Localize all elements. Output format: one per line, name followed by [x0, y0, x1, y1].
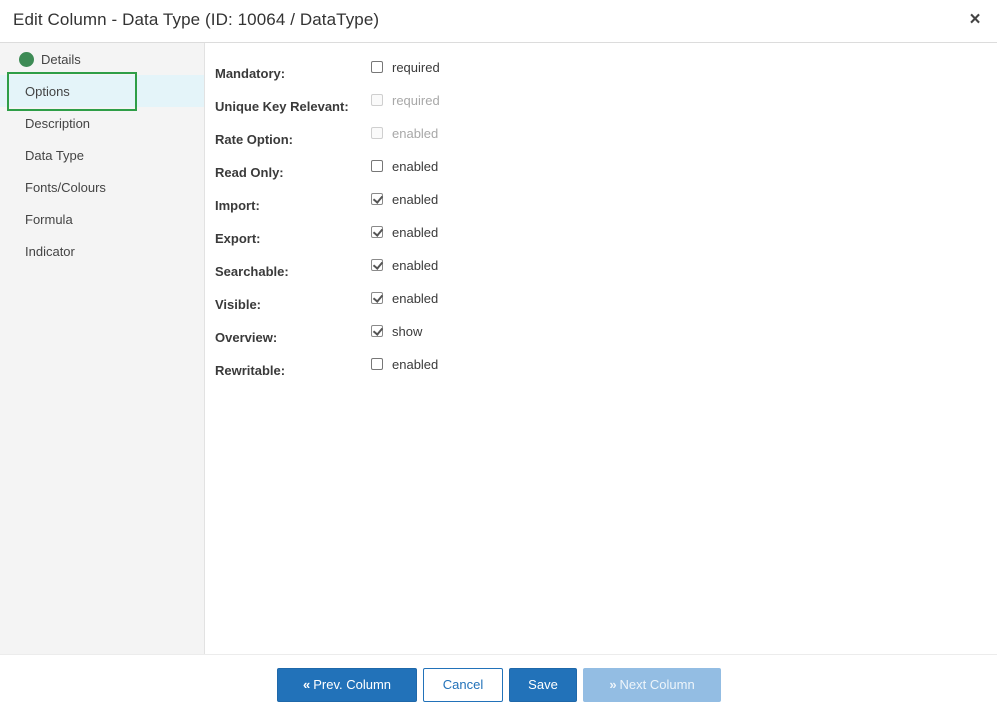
sidebar-item-label: Details	[41, 52, 81, 67]
save-button[interactable]: Save	[509, 668, 577, 702]
option-label: Import:	[215, 198, 260, 213]
option-row-import: Import: enabled	[205, 188, 805, 221]
prev-column-button[interactable]: «Prev. Column	[277, 668, 417, 702]
sidebar-item-label: Options	[25, 84, 70, 99]
dialog-footer: «Prev. Column Cancel Save » Next Column	[0, 654, 997, 717]
sidebar: Details Options Description Data Type Fo…	[0, 43, 205, 654]
sidebar-item-data-type[interactable]: Data Type	[0, 139, 204, 171]
checkbox-label: enabled	[392, 126, 439, 141]
option-row-rate-option: Rate Option: enabled	[205, 122, 805, 155]
option-label: Rewritable:	[215, 363, 286, 378]
sidebar-item-label: Formula	[25, 212, 73, 227]
option-label: Read Only:	[215, 165, 284, 180]
sidebar-item-indicator[interactable]: Indicator	[0, 235, 204, 267]
dialog-title: Edit Column - Data Type (ID: 10064 / Dat…	[13, 10, 380, 29]
checkbox-label: enabled	[392, 357, 439, 372]
option-label: Visible:	[215, 297, 262, 312]
dialog-header: Edit Column - Data Type (ID: 10064 / Dat…	[0, 0, 997, 43]
option-label: Searchable:	[215, 264, 289, 279]
next-column-button: » Next Column	[583, 668, 721, 702]
sidebar-item-fonts-colours[interactable]: Fonts/Colours	[0, 171, 204, 203]
export-checkbox[interactable]	[371, 226, 383, 238]
option-row-read-only: Read Only: enabled	[205, 155, 805, 188]
sidebar-item-label: Fonts/Colours	[25, 180, 106, 195]
option-row-visible: Visible: enabled	[205, 287, 805, 320]
checkbox-label: show	[392, 324, 423, 339]
status-complete-icon	[19, 52, 34, 67]
double-chevron-left-icon: «	[302, 677, 310, 692]
option-row-export: Export: enabled	[205, 221, 805, 254]
checkbox-label: enabled	[392, 225, 439, 240]
option-row-mandatory: Mandatory: required	[205, 56, 805, 89]
option-label: Overview:	[215, 330, 278, 345]
read-only-checkbox[interactable]	[371, 160, 383, 172]
checkbox-label: enabled	[392, 258, 439, 273]
option-row-rewritable: Rewritable: enabled	[205, 353, 805, 386]
option-label: Rate Option:	[215, 132, 293, 147]
close-icon[interactable]: ×	[966, 10, 984, 30]
checkbox-label: required	[392, 60, 440, 75]
option-row-unique-key-relevant: Unique Key Relevant: required	[205, 89, 805, 122]
mandatory-checkbox[interactable]	[371, 61, 383, 73]
double-chevron-right-icon: »	[609, 677, 616, 692]
checkbox-label: enabled	[392, 159, 439, 174]
option-row-overview: Overview: show	[205, 320, 805, 353]
next-column-label: Next Column	[619, 677, 695, 692]
option-row-searchable: Searchable: enabled	[205, 254, 805, 287]
checkbox-label: enabled	[392, 291, 439, 306]
option-label: Mandatory:	[215, 66, 286, 81]
unique-key-relevant-checkbox	[371, 94, 383, 106]
sidebar-item-options[interactable]: Options	[0, 75, 204, 107]
visible-checkbox[interactable]	[371, 292, 383, 304]
sidebar-item-details[interactable]: Details	[0, 43, 204, 75]
options-panel: Mandatory: required Unique Key Relevant:…	[205, 43, 997, 654]
option-label: Unique Key Relevant:	[215, 99, 349, 114]
sidebar-item-label: Description	[25, 116, 91, 131]
sidebar-item-label: Data Type	[25, 148, 85, 163]
prev-column-label: Prev. Column	[313, 677, 392, 692]
sidebar-item-formula[interactable]: Formula	[0, 203, 204, 235]
sidebar-item-description[interactable]: Description	[0, 107, 204, 139]
sidebar-item-label: Indicator	[25, 244, 75, 259]
rate-option-checkbox	[371, 127, 383, 139]
import-checkbox[interactable]	[371, 193, 383, 205]
searchable-checkbox[interactable]	[371, 259, 383, 271]
cancel-button[interactable]: Cancel	[423, 668, 503, 702]
rewritable-checkbox[interactable]	[371, 358, 383, 370]
checkbox-label: required	[392, 93, 440, 108]
checkbox-label: enabled	[392, 192, 439, 207]
option-label: Export:	[215, 231, 261, 246]
overview-checkbox[interactable]	[371, 325, 383, 337]
